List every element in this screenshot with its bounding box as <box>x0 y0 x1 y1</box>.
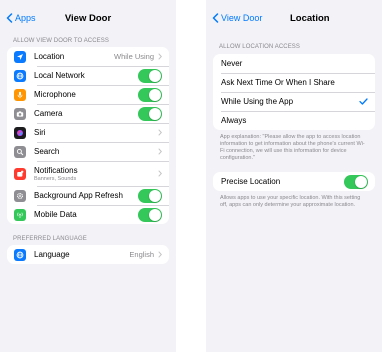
precise-location-group: Precise Location <box>213 172 375 191</box>
option-label: While Using the App <box>221 97 294 106</box>
option-label: Ask Next Time Or When I Share <box>221 78 335 87</box>
background-app-refresh-row: Background App Refresh <box>7 186 169 205</box>
search-row[interactable]: Search <box>7 142 169 161</box>
notifications-icon <box>14 167 26 180</box>
permissions-group: Location While Using Local Network Micro… <box>7 47 169 224</box>
precise-location-row: Precise Location <box>213 172 375 191</box>
location-options-group: Never Ask Next Time Or When I Share Whil… <box>213 54 375 130</box>
checkmark-icon <box>359 98 368 105</box>
search-icon <box>14 145 26 158</box>
section-header-language: PREFERRED LANGUAGE <box>13 236 87 242</box>
app-explanation-text: App explanation: "Please allow the app t… <box>220 134 365 161</box>
notifications-sublabel: Banners, Sounds <box>34 175 77 182</box>
notifications-label: Notifications Banners, Sounds <box>34 166 158 182</box>
chevron-right-icon <box>158 129 162 136</box>
antenna-icon <box>14 208 26 221</box>
chevron-right-icon <box>158 53 162 60</box>
page-title: View Door <box>64 13 112 24</box>
language-row[interactable]: Language English <box>7 245 169 264</box>
local-network-row: Local Network <box>7 66 169 85</box>
siri-icon <box>14 126 26 139</box>
local-network-label: Local Network <box>34 71 85 80</box>
navigation-bar: Apps View Door <box>0 0 176 38</box>
background-app-refresh-label: Background App Refresh <box>34 191 123 200</box>
camera-label: Camera <box>34 109 63 118</box>
camera-toggle[interactable] <box>138 106 162 121</box>
local-network-toggle[interactable] <box>138 68 162 83</box>
app-settings-screen: Apps View Door ALLOW VIEW DOOR TO ACCESS… <box>0 0 176 352</box>
precise-location-label: Precise Location <box>221 177 281 186</box>
option-while-using[interactable]: While Using the App <box>213 92 375 111</box>
option-never[interactable]: Never <box>213 54 375 73</box>
section-header-location-access: ALLOW LOCATION ACCESS <box>219 44 301 50</box>
location-arrow-icon <box>14 50 26 63</box>
search-label: Search <box>34 147 60 156</box>
language-group: Language English <box>7 245 169 264</box>
chevron-right-icon <box>158 170 162 177</box>
location-settings-screen: View Door Location ALLOW LOCATION ACCESS… <box>206 0 382 352</box>
option-ask-next-time[interactable]: Ask Next Time Or When I Share <box>213 73 375 92</box>
camera-row: Camera <box>7 104 169 123</box>
microphone-icon <box>14 88 26 101</box>
precise-location-toggle[interactable] <box>344 174 368 189</box>
option-always[interactable]: Always <box>213 111 375 130</box>
camera-icon <box>14 107 26 120</box>
globe-icon <box>14 248 26 261</box>
microphone-row: Microphone <box>7 85 169 104</box>
notifications-row[interactable]: Notifications Banners, Sounds <box>7 161 169 186</box>
option-label: Never <box>221 59 243 68</box>
gear-icon <box>14 189 26 202</box>
location-row[interactable]: Location While Using <box>7 47 169 66</box>
globe-icon <box>14 69 26 82</box>
chevron-right-icon <box>158 148 162 155</box>
siri-row[interactable]: Siri <box>7 123 169 142</box>
notifications-title: Notifications <box>34 165 78 175</box>
section-header-access: ALLOW VIEW DOOR TO ACCESS <box>13 38 109 44</box>
option-label: Always <box>221 116 247 125</box>
background-app-refresh-toggle[interactable] <box>138 188 162 203</box>
page-title: Location <box>290 13 330 24</box>
language-label: Language <box>34 250 70 259</box>
mobile-data-toggle[interactable] <box>138 207 162 222</box>
siri-label: Siri <box>34 128 46 137</box>
chevron-left-icon <box>212 13 219 23</box>
chevron-right-icon <box>158 251 162 258</box>
microphone-toggle[interactable] <box>138 87 162 102</box>
mobile-data-row: Mobile Data <box>7 205 169 224</box>
navigation-bar: View Door Location <box>206 0 382 38</box>
precise-location-note: Allows apps to use your specific locatio… <box>220 195 361 208</box>
language-value: English <box>129 250 154 259</box>
mobile-data-label: Mobile Data <box>34 210 77 219</box>
location-label: Location <box>34 52 65 61</box>
microphone-label: Microphone <box>34 90 76 99</box>
location-value: While Using <box>113 52 154 61</box>
